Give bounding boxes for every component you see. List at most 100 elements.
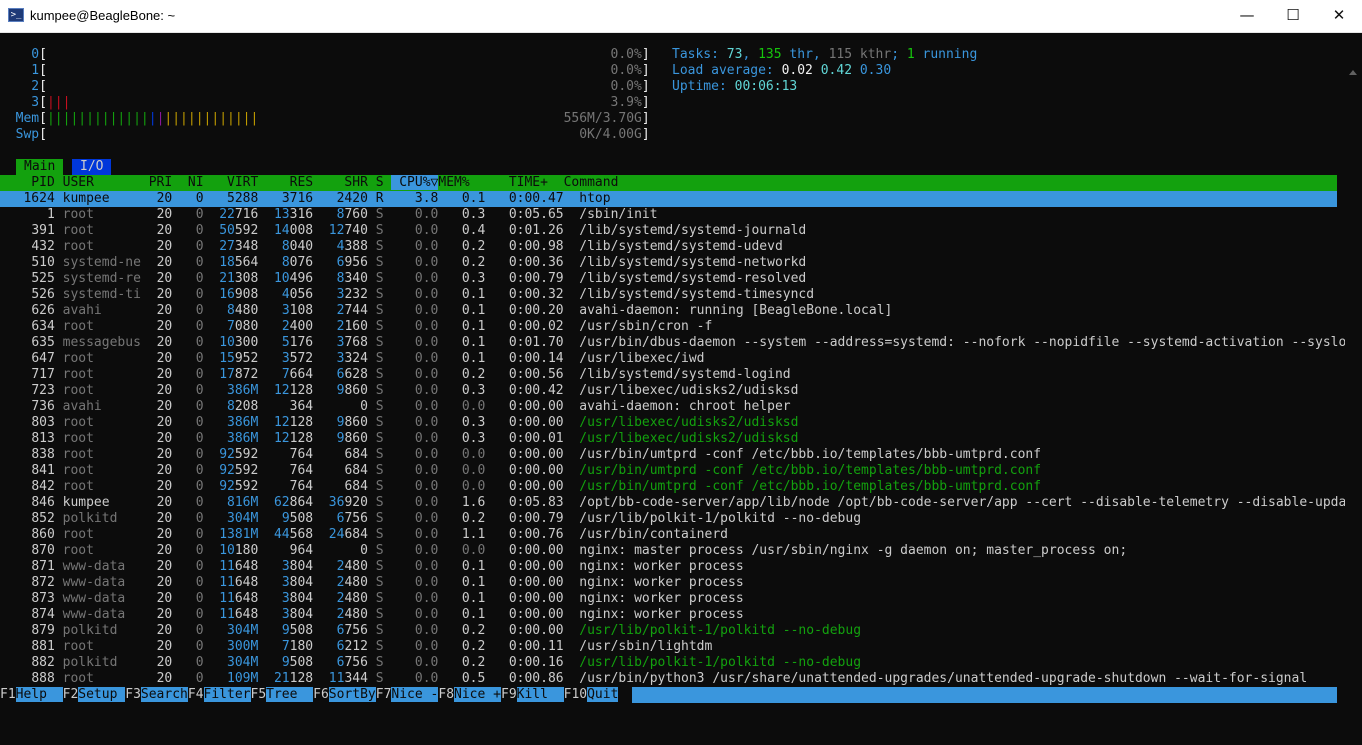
process-table-header[interactable]: PID USER PRI NI VIRT RES SHR S CPU%▽MEM%…	[0, 175, 1337, 191]
fkey-f1-button[interactable]: Help	[15, 687, 63, 702]
cell-shr: 684	[344, 463, 368, 478]
column-header-pri[interactable]: PRI	[141, 175, 173, 190]
cell-user: root	[62, 639, 94, 654]
column-header-user[interactable]: USER	[63, 175, 141, 190]
cell-time: 0:00.32	[508, 287, 564, 302]
table-row[interactable]: 717 root 20 0 17872 7664 6628 S 0.0 0.2 …	[0, 367, 790, 383]
table-row[interactable]: 871 www-data 20 0 11648 3804 2480 S 0.0 …	[0, 559, 743, 575]
column-header-shr[interactable]: SHR	[313, 175, 368, 190]
minimize-button[interactable]: —	[1224, 0, 1270, 32]
table-row[interactable]: 852 polkitd 20 0 304M 9508 6756 S 0.0 0.…	[0, 511, 861, 527]
table-row[interactable]: 736 avahi 20 0 8208 364 0 S 0.0 0.0 0:00…	[0, 399, 790, 415]
table-row[interactable]: 634 root 20 0 7080 2400 2160 S 0.0 0.1 0…	[0, 319, 712, 335]
cell-ni: 0	[195, 623, 204, 638]
fkey-f5-button[interactable]: Tree	[266, 687, 314, 702]
fkey-f2-button[interactable]: Setup	[78, 687, 126, 702]
cell-user: root	[62, 671, 94, 686]
table-row[interactable]: 723 root 20 0 386M 12128 9860 S 0.0 0.3 …	[0, 383, 798, 399]
table-row[interactable]: 813 root 20 0 386M 12128 9860 S 0.0 0.3 …	[0, 431, 798, 447]
table-row[interactable]: 391 root 20 0 50592 14008 12740 S 0.0 0.…	[0, 223, 806, 239]
table-row[interactable]: 626 avahi 20 0 8480 3108 2744 S 0.0 0.1 …	[0, 303, 892, 319]
cell-pri: 20	[156, 543, 173, 558]
fkey-f7-key[interactable]: F7	[375, 687, 392, 702]
fkey-f8-button[interactable]: Nice +	[454, 687, 501, 702]
close-button[interactable]: ✕	[1316, 0, 1362, 32]
column-header-res[interactable]: RES	[258, 175, 314, 190]
table-row[interactable]: 872 www-data 20 0 11648 3804 2480 S 0.0 …	[0, 575, 743, 591]
table-row[interactable]: 882 polkitd 20 0 304M 9508 6756 S 0.0 0.…	[0, 655, 861, 671]
column-header-command[interactable]: Command	[564, 175, 619, 190]
cell-mem: 0.0	[461, 463, 486, 478]
tab-io[interactable]: I/O	[72, 159, 112, 175]
table-row[interactable]: 647 root 20 0 15952 3572 3324 S 0.0 0.1 …	[0, 351, 704, 367]
cell-time: 0:05.83	[508, 495, 564, 510]
column-header-pid[interactable]: PID	[0, 175, 63, 190]
table-row[interactable]: 842 root 20 0 92592 764 684 S 0.0 0.0 0:…	[0, 479, 1041, 495]
fkey-f4-button[interactable]: Filter	[203, 687, 251, 702]
fkey-f3-button[interactable]: Search	[140, 687, 188, 702]
fkey-f6-key[interactable]: F6	[313, 687, 329, 702]
cell-cpu: 0.0	[414, 463, 439, 478]
column-header-time[interactable]: TIME+	[470, 175, 564, 190]
cell-virt: 16908	[219, 287, 259, 302]
terminal[interactable]: 0[ 0.0%] 1[ 0.0%] 2[0.0%] 3[||| 3.9%] M…	[0, 33, 1362, 745]
cell-shr: 6756	[336, 511, 368, 526]
fkey-f2-key[interactable]: F2	[62, 687, 79, 702]
table-row[interactable]: 870 root 20 0 10180 964 0 S 0.0 0.0 0:00…	[0, 543, 1127, 559]
tab-main[interactable]: Main	[16, 159, 64, 175]
column-header-virt[interactable]: VIRT	[211, 175, 258, 190]
table-row[interactable]: 432 root 20 0 27348 8040 4388 S 0.0 0.2 …	[0, 239, 782, 255]
fkey-f10-key[interactable]: F10	[563, 687, 588, 702]
fkey-f7-button[interactable]: Nice -	[391, 687, 439, 702]
fkey-f3-key[interactable]: F3	[125, 687, 141, 702]
cell-res: 764	[289, 447, 314, 462]
cell-pid: 841	[31, 463, 55, 478]
cell-user: root	[62, 207, 94, 222]
cell-pid: 626	[31, 303, 55, 318]
cell-time: 0:00.14	[508, 351, 564, 366]
table-row[interactable]: 635 messagebus 20 0 10300 5176 3768 S 0.…	[0, 335, 1362, 351]
cell-user: systemd-re	[62, 271, 141, 286]
table-row[interactable]: 841 root 20 0 92592 764 684 S 0.0 0.0 0:…	[0, 463, 1041, 479]
window-titlebar[interactable]: >_ kumpee@BeagleBone: ~ — ☐ ✕	[0, 0, 1362, 33]
table-row[interactable]: 526 systemd-ti 20 0 16908 4056 3232 S 0.…	[0, 287, 814, 303]
table-row[interactable]: 846 kumpee 20 0 816M 62864 36920 S 0.0 1…	[0, 495, 1362, 511]
cell-shr: 2420	[336, 191, 368, 206]
table-row[interactable]: 803 root 20 0 386M 12128 9860 S 0.0 0.3 …	[0, 415, 798, 431]
cell-time: 0:00.00	[508, 415, 564, 430]
fkey-f9-button[interactable]: Kill	[516, 687, 564, 702]
table-row[interactable]: 874 www-data 20 0 11648 3804 2480 S 0.0 …	[0, 607, 743, 623]
table-row[interactable]: 881 root 20 0 300M 7180 6212 S 0.0 0.2 0…	[0, 639, 712, 655]
fkey-f6-button[interactable]: SortBy	[328, 687, 376, 702]
fkey-f8-key[interactable]: F8	[438, 687, 455, 702]
fkey-f5-key[interactable]: F5	[250, 687, 267, 702]
column-header-mem[interactable]: MEM%	[438, 175, 469, 190]
column-header-s[interactable]: S	[368, 175, 391, 190]
table-row[interactable]: 1 root 20 0 22716 13316 8760 S 0.0 0.3 0…	[0, 207, 658, 223]
scroll-up-icon[interactable]	[1349, 70, 1357, 75]
table-row-selected[interactable]: 1624 kumpee 20 0 5288 3716 2420 R 3.8 0.…	[0, 191, 1337, 207]
table-row[interactable]: 860 root 20 0 1381M 44568 24684 S 0.0 1.…	[0, 527, 728, 543]
cell-virt: 8480	[227, 303, 259, 318]
cell-shr: 3768	[336, 335, 368, 350]
table-row[interactable]: 510 systemd-ne 20 0 18564 8076 6956 S 0.…	[0, 255, 806, 271]
table-row[interactable]: 838 root 20 0 92592 764 684 S 0.0 0.0 0:…	[0, 447, 1041, 463]
table-row[interactable]: 879 polkitd 20 0 304M 9508 6756 S 0.0 0.…	[0, 623, 861, 639]
table-row[interactable]: 525 systemd-re 20 0 21308 10496 8340 S 0…	[0, 271, 806, 287]
function-key-bar[interactable]: F1Help F2Setup F3SearchF4FilterF5Tree F6…	[0, 687, 619, 703]
column-header-ni[interactable]: NI	[172, 175, 211, 190]
cell-res: 9508	[281, 511, 314, 526]
cell-pri: 20	[156, 383, 173, 398]
table-row[interactable]: 873 www-data 20 0 11648 3804 2480 S 0.0 …	[0, 591, 743, 607]
column-header-cpu[interactable]: CPU%	[391, 175, 431, 190]
maximize-button[interactable]: ☐	[1270, 0, 1316, 32]
scrollbar[interactable]	[1345, 66, 1362, 745]
fkey-f9-key[interactable]: F9	[501, 687, 517, 702]
fkey-f10-button[interactable]: Quit	[587, 687, 619, 702]
fkey-f1-key[interactable]: F1	[0, 687, 16, 702]
fkey-f4-key[interactable]: F4	[187, 687, 204, 702]
cell-res: 21128	[273, 671, 314, 686]
table-row[interactable]: 888 root 20 0 109M 21128 11344 S 0.0 0.5…	[0, 671, 1307, 687]
cell-pid: 525	[31, 271, 55, 286]
cell-pid: 873	[31, 591, 55, 606]
